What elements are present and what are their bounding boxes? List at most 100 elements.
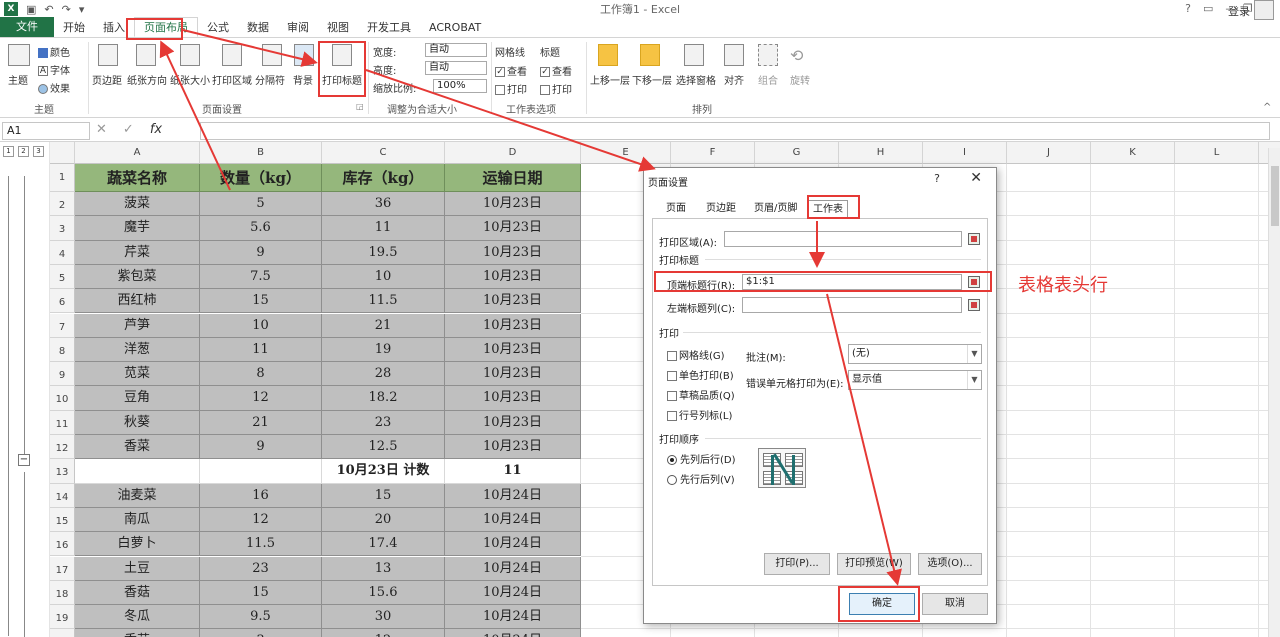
column-header[interactable]: I	[923, 142, 1007, 164]
column-header[interactable]: B	[200, 142, 322, 164]
column-header[interactable]: D	[445, 142, 581, 164]
table-cell[interactable]: 10	[322, 264, 445, 290]
table-cell[interactable]: 10月23日	[445, 337, 581, 363]
bring-forward-button[interactable]: 上移一层	[590, 72, 630, 87]
table-cell[interactable]: 30	[322, 605, 445, 630]
group-icon[interactable]	[758, 44, 778, 66]
headings-print-checkbox[interactable]: 打印	[540, 81, 572, 96]
row-header[interactable]: 18	[50, 580, 75, 606]
headings-view-checkbox[interactable]: ✓ 查看	[540, 63, 572, 78]
errors-select[interactable]: 显示值 ▼	[848, 370, 982, 390]
row-header[interactable]: 12	[50, 435, 75, 460]
comments-select[interactable]: (无) ▼	[848, 344, 982, 364]
rotate-icon[interactable]: ⟲	[790, 46, 803, 65]
table-cell[interactable]: 10月23日	[445, 313, 581, 338]
table-cell[interactable]: 油麦菜	[75, 483, 200, 508]
table-cell[interactable]: 19	[322, 337, 445, 363]
print-area-input[interactable]	[724, 231, 962, 247]
row-header[interactable]: 14	[50, 483, 75, 508]
subtotal-cell[interactable]: 11	[445, 459, 581, 484]
themes-button[interactable]: 主题	[8, 72, 28, 87]
login-link[interactable]: 登录	[1228, 3, 1250, 19]
scale-stepper[interactable]: 100%	[433, 79, 487, 93]
print-area-button[interactable]: 打印区域	[212, 72, 252, 87]
tab-data[interactable]: 数据	[238, 18, 278, 37]
table-cell[interactable]: 秋葵	[75, 410, 200, 435]
table-cell[interactable]: 芹菜	[75, 240, 200, 265]
print-area-ref-icon[interactable]	[968, 233, 980, 245]
table-header-cell[interactable]: 数量（kg）	[200, 164, 322, 192]
row-col-headings-checkbox[interactable]: 行号列标(L)	[667, 407, 732, 422]
row-header[interactable]: 20	[50, 629, 75, 637]
print-preview-button[interactable]: 打印预览(W)	[837, 553, 911, 575]
table-cell[interactable]: 10月24日	[445, 483, 581, 508]
table-cell[interactable]: 11.5	[200, 532, 322, 557]
breaks-icon[interactable]	[262, 44, 282, 66]
themes-icon[interactable]	[8, 44, 30, 66]
table-cell[interactable]: 10月23日	[445, 386, 581, 411]
collapse-group-button[interactable]: −	[18, 454, 30, 466]
align-icon[interactable]	[724, 44, 744, 66]
selection-pane-icon[interactable]	[684, 44, 704, 66]
table-header-cell[interactable]: 运输日期	[445, 164, 581, 192]
align-button[interactable]: 对齐	[724, 72, 744, 87]
table-header-cell[interactable]: 蔬菜名称	[75, 164, 200, 192]
column-header[interactable]: C	[322, 142, 445, 164]
draft-quality-checkbox[interactable]: 草稿品质(Q)	[667, 387, 735, 402]
name-box[interactable]: A1	[2, 122, 90, 140]
table-cell[interactable]: 15.6	[322, 580, 445, 606]
table-cell[interactable]: 19.5	[322, 240, 445, 265]
collapse-ribbon-icon[interactable]: ^	[1263, 102, 1271, 113]
column-header[interactable]: K	[1091, 142, 1175, 164]
table-cell[interactable]: 土豆	[75, 556, 200, 581]
table-cell[interactable]: 16	[200, 483, 322, 508]
tab-page[interactable]: 页面	[662, 200, 690, 218]
tab-formulas[interactable]: 公式	[198, 18, 238, 37]
breaks-button[interactable]: 分隔符	[255, 72, 285, 87]
table-cell[interactable]: 9	[200, 240, 322, 265]
table-cell[interactable]: 10月24日	[445, 507, 581, 533]
table-cell[interactable]: 香芋	[75, 629, 200, 637]
table-cell[interactable]: 紫包菜	[75, 264, 200, 290]
row-header[interactable]: 17	[50, 556, 75, 581]
cancel-icon[interactable]: ✕	[96, 122, 107, 137]
row-header[interactable]: 10	[50, 386, 75, 411]
table-cell[interactable]: 12	[200, 386, 322, 411]
column-header[interactable]: J	[1007, 142, 1091, 164]
gridlines-print-checkbox[interactable]: 打印	[495, 81, 527, 96]
tab-review[interactable]: 审阅	[278, 18, 318, 37]
table-header-cell[interactable]: 库存（kg）	[322, 164, 445, 192]
table-cell[interactable]: 21	[200, 410, 322, 435]
width-dropdown[interactable]: 自动	[425, 43, 487, 57]
tab-view[interactable]: 视图	[318, 18, 358, 37]
row-header[interactable]: 5	[50, 264, 75, 290]
table-cell[interactable]: 15	[200, 289, 322, 314]
options-button[interactable]: 选项(O)...	[918, 553, 982, 575]
effects-button[interactable]: 效果	[38, 80, 70, 95]
table-cell[interactable]: 10月23日	[445, 216, 581, 241]
orientation-icon[interactable]	[136, 44, 156, 66]
column-header[interactable]: L	[1175, 142, 1259, 164]
table-cell[interactable]: 10月23日	[445, 362, 581, 387]
undo-icon[interactable]: ↶	[44, 3, 53, 16]
row-header[interactable]: 1	[50, 164, 75, 192]
dialog-help-button[interactable]: ?	[934, 172, 940, 185]
enter-icon[interactable]: ✓	[123, 122, 134, 137]
table-cell[interactable]: 9.5	[200, 605, 322, 630]
table-cell[interactable]: 8	[200, 362, 322, 387]
tab-file[interactable]: 文件	[0, 17, 54, 37]
table-cell[interactable]: 23	[200, 556, 322, 581]
table-cell[interactable]: 10月23日	[445, 264, 581, 290]
ribbon-display-icon[interactable]: ▭	[1203, 2, 1213, 15]
left-cols-ref-icon[interactable]	[968, 299, 980, 311]
table-cell[interactable]: 12	[322, 629, 445, 637]
down-then-over-radio[interactable]: 先列后行(D)	[667, 451, 736, 466]
row-header[interactable]: 7	[50, 313, 75, 338]
table-cell[interactable]: 10月24日	[445, 605, 581, 630]
help-button[interactable]: ?	[1185, 2, 1191, 15]
subtotal-cell[interactable]: 10月23日 计数	[322, 459, 445, 484]
table-cell[interactable]: 18.2	[322, 386, 445, 411]
print-area-icon[interactable]	[222, 44, 242, 66]
vertical-scrollbar[interactable]	[1268, 148, 1280, 637]
table-cell[interactable]: 魔芋	[75, 216, 200, 241]
